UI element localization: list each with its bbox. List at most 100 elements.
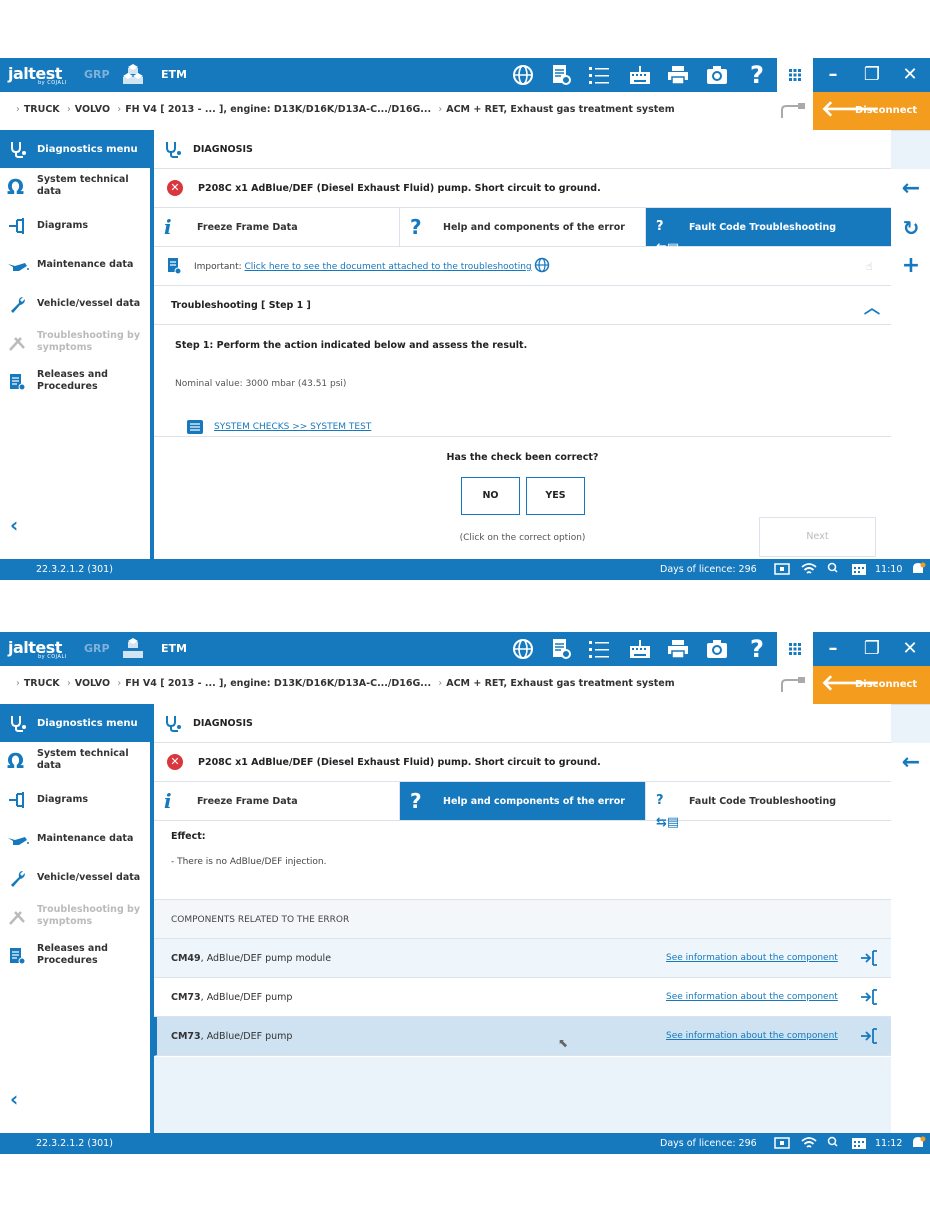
apps-grid-button[interactable] <box>777 58 813 92</box>
tab-freeze-frame-data[interactable]: i Freeze Frame Data <box>154 782 400 820</box>
tools-icon <box>9 337 25 351</box>
printer-icon[interactable] <box>666 63 690 87</box>
zoom-icon[interactable] <box>826 562 842 576</box>
sidebar-item-releases-procedures[interactable]: Releases and Procedures <box>0 937 150 975</box>
notification-bell-icon[interactable] <box>910 562 926 576</box>
tab-help-components[interactable]: ? Help and components of the error <box>400 782 646 820</box>
disconnect-button[interactable]: 🡐 Disconnect <box>813 666 930 704</box>
globe-icon[interactable] <box>534 257 550 273</box>
help-icon[interactable]: ? <box>745 63 769 87</box>
globe-icon[interactable] <box>511 63 535 87</box>
breadcrumb-system[interactable]: ACM + RET, Exhaust gas treatment system <box>446 104 674 115</box>
info-icon: i <box>164 789 172 813</box>
component-info-link[interactable]: See information about the component <box>666 953 838 963</box>
breadcrumb-volvo[interactable]: VOLVO <box>75 678 110 689</box>
minimize-button[interactable]: – <box>814 58 852 92</box>
back-arrow-icon[interactable]: ← <box>900 178 922 200</box>
title-bar: jaltest by COJALI GRP ETM ? – ❐ ✕ <box>0 632 930 666</box>
sidebar-item-vehicle-data[interactable]: Vehicle/vessel data <box>0 859 150 897</box>
sidebar-item-maintenance-data[interactable]: Maintenance data <box>0 246 150 284</box>
sidebar-item-system-technical-data[interactable]: Ω System technical data <box>0 742 150 780</box>
back-arrow-icon[interactable]: ← <box>900 752 922 774</box>
usb-cable-icon <box>781 677 805 692</box>
chevron-up-icon[interactable]: ︿ <box>864 294 880 318</box>
help-icon[interactable]: ? <box>745 637 769 661</box>
fault-code-row: ✕ P208C x1 AdBlue/DEF (Diesel Exhaust Fl… <box>154 743 891 782</box>
breadcrumb-model[interactable]: FH V4 [ 2013 - ... ], engine: D13K/D16K/… <box>125 104 431 115</box>
breadcrumb-truck[interactable]: TRUCK <box>24 104 60 115</box>
restore-button[interactable]: ❐ <box>853 58 891 92</box>
diagnostics-menu-header[interactable]: Diagnostics menu <box>0 130 150 168</box>
breadcrumb-truck[interactable]: TRUCK <box>24 678 60 689</box>
component-info-link[interactable]: See information about the component <box>666 1031 838 1041</box>
diagram-link-icon[interactable] <box>860 1027 878 1045</box>
zoom-icon[interactable] <box>826 1136 842 1150</box>
globe-icon[interactable] <box>511 637 535 661</box>
calendar-icon <box>852 1138 866 1149</box>
etm-cubes-icon <box>123 64 143 84</box>
diagram-link-icon[interactable] <box>860 988 878 1006</box>
clock-time: 11:12 <box>875 1138 903 1149</box>
screen-troubleshooting: jaltest by COJALI GRP ETM ? – ❐ ✕ › TRUCK … <box>0 58 930 580</box>
next-button[interactable]: Next <box>759 517 876 557</box>
component-row[interactable]: CM49, AdBlue/DEF pump module See informa… <box>154 939 891 978</box>
list-document-icon <box>187 420 203 434</box>
troubleshooting-step-header[interactable]: Troubleshooting [ Step 1 ] ︿ <box>154 286 891 325</box>
printer-icon[interactable] <box>666 637 690 661</box>
document-search-icon[interactable] <box>549 63 573 87</box>
stethoscope-icon <box>11 716 26 732</box>
component-row[interactable]: CM73, AdBlue/DEF pump See information ab… <box>154 978 891 1017</box>
keyboard-icon[interactable] <box>628 63 652 87</box>
yes-button[interactable]: YES <box>526 477 585 515</box>
breadcrumb-system[interactable]: ACM + RET, Exhaust gas treatment system <box>446 678 674 689</box>
refresh-icon[interactable]: ↻ <box>900 217 922 239</box>
tab-fault-code-troubleshooting[interactable]: ?⇆▤ Fault Code Troubleshooting <box>646 782 891 830</box>
tab-fault-code-troubleshooting[interactable]: ?⇆▤ Fault Code Troubleshooting <box>646 208 891 256</box>
breadcrumb-volvo[interactable]: VOLVO <box>75 104 110 115</box>
no-button[interactable]: NO <box>461 477 520 515</box>
troubleshooting-icon: ?⇆▤ <box>656 219 680 256</box>
component-row-selected[interactable]: CM73, AdBlue/DEF pump See information ab… <box>154 1017 891 1056</box>
apps-grid-button[interactable] <box>777 632 813 666</box>
licence-days: Days of licence: 296 <box>660 564 757 575</box>
version-label: 22.3.2.1.2 (301) <box>36 1138 113 1149</box>
collapse-sidebar-icon[interactable]: ‹ <box>10 1087 18 1111</box>
keyboard-icon[interactable] <box>628 637 652 661</box>
diagram-link-icon[interactable] <box>860 949 878 967</box>
diagnostics-menu-header[interactable]: Diagnostics menu <box>0 704 150 742</box>
wrench-icon <box>11 297 25 313</box>
notification-bell-icon[interactable] <box>910 1136 926 1150</box>
document-icon <box>168 258 182 275</box>
document-search-icon[interactable] <box>549 637 573 661</box>
camera-icon[interactable] <box>705 637 729 661</box>
question-icon: ? <box>410 789 422 813</box>
close-button[interactable]: ✕ <box>891 58 929 92</box>
component-info-link[interactable]: See information about the component <box>666 992 838 1002</box>
document-icon <box>10 374 26 391</box>
list-icon[interactable] <box>587 637 611 661</box>
add-icon[interactable]: + <box>900 255 922 277</box>
wifi-icon <box>801 563 817 574</box>
disconnect-button[interactable]: 🡐 Disconnect <box>813 92 930 130</box>
sidebar-item-system-technical-data[interactable]: Ω System technical data <box>0 168 150 206</box>
sidebar-item-releases-procedures[interactable]: Releases and Procedures <box>0 363 150 401</box>
camera-icon[interactable] <box>705 63 729 87</box>
stethoscope-icon <box>166 142 181 158</box>
close-button[interactable]: ✕ <box>891 632 929 666</box>
list-icon[interactable] <box>587 63 611 87</box>
attached-document-link[interactable]: Click here to see the document attached … <box>245 262 532 272</box>
tab-help-components[interactable]: ? Help and components of the error <box>400 208 646 246</box>
sidebar-item-vehicle-data[interactable]: Vehicle/vessel data <box>0 285 150 323</box>
tab-freeze-frame-data[interactable]: i Freeze Frame Data <box>154 208 400 246</box>
sidebar-item-diagrams[interactable]: Diagrams <box>0 207 150 245</box>
effect-section: Effect: - There is no AdBlue/DEF injecti… <box>154 821 891 900</box>
collapse-sidebar-icon[interactable]: ‹ <box>10 513 18 537</box>
sidebar: Diagnostics menu Ω System technical data… <box>0 704 150 1133</box>
breadcrumb-model[interactable]: FH V4 [ 2013 - ... ], engine: D13K/D16K/… <box>125 678 431 689</box>
fault-code-row: ✕ P208C x1 AdBlue/DEF (Diesel Exhaust Fl… <box>154 169 891 208</box>
sidebar-item-maintenance-data[interactable]: Maintenance data <box>0 820 150 858</box>
sidebar-item-diagrams[interactable]: Diagrams <box>0 781 150 819</box>
minimize-button[interactable]: – <box>814 632 852 666</box>
restore-button[interactable]: ❐ <box>853 632 891 666</box>
system-test-link[interactable]: SYSTEM CHECKS >> SYSTEM TEST <box>214 422 371 432</box>
